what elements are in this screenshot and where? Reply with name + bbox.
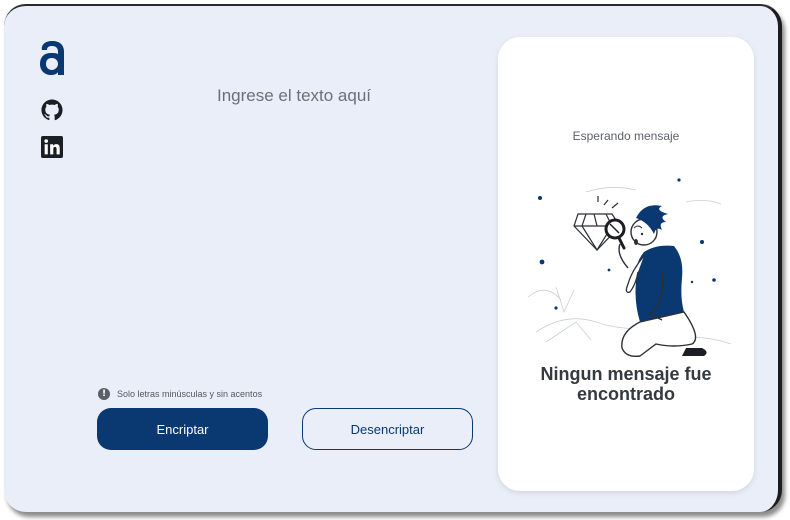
output-status: Esperando mensaje [572,129,680,143]
app-window: ! Solo letras minúsculas y sin acentos E… [4,4,782,512]
empty-title-line-2: encontrado [576,384,675,404]
input-hint: ! Solo letras minúsculas y sin acentos [98,388,262,400]
exclamation-circle-icon: ! [98,388,110,400]
encrypt-button[interactable]: Encriptar [97,408,268,450]
output-panel: Esperando mensaje Ningun mensaje fue enc… [498,37,754,491]
decrypt-button[interactable]: Desencriptar [302,408,473,450]
hint-text: Solo letras minúsculas y sin acentos [117,389,263,399]
message-input[interactable] [134,86,454,366]
github-icon[interactable] [41,99,63,121]
empty-title-line-1: Ningun mensaje fue [540,364,712,384]
alura-logo-icon[interactable] [38,38,66,78]
linkedin-icon[interactable] [41,136,63,158]
person-with-magnifier-illustration [527,178,732,358]
empty-message-title: Ningun mensaje fue encontrado [498,364,754,404]
